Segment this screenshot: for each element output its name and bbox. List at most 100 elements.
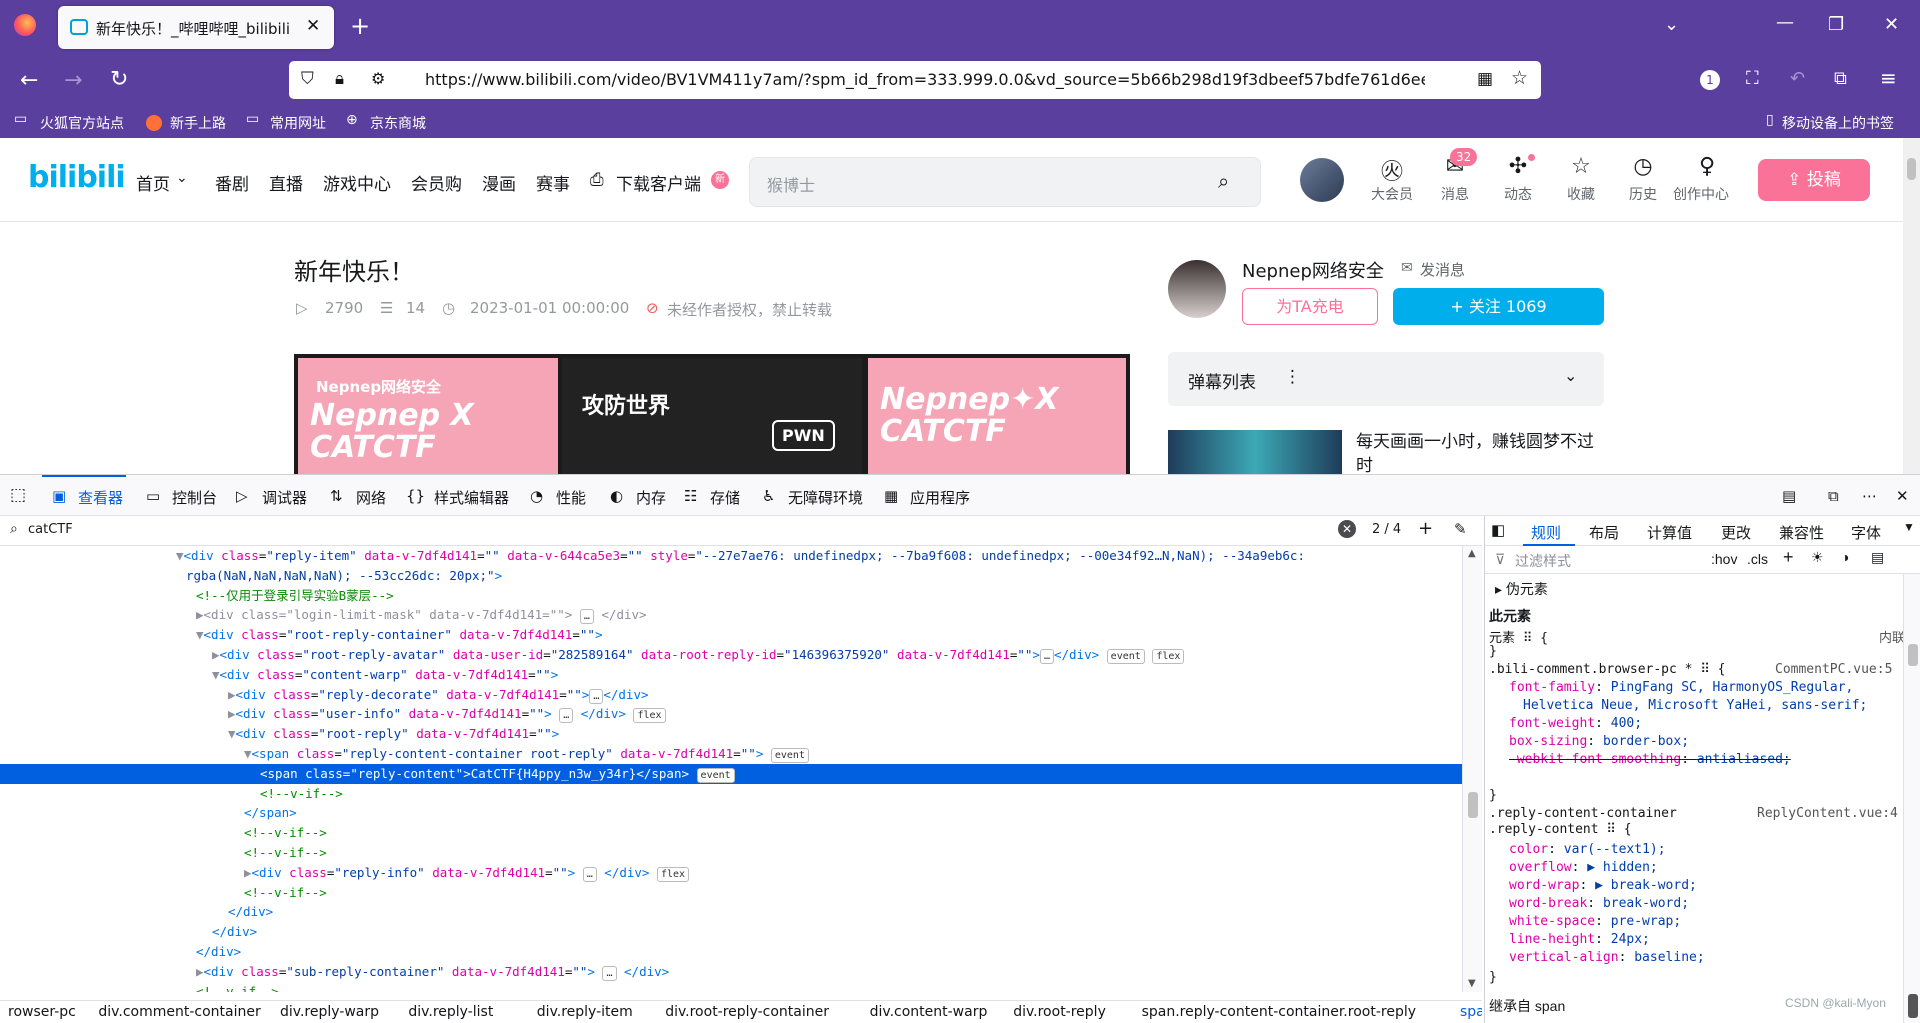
breadcrumb-item[interactable]: div.content-warp xyxy=(870,1004,988,1020)
bilibili-logo[interactable]: bilibili xyxy=(28,160,126,195)
crop-icon[interactable]: ⛶ xyxy=(1746,68,1759,89)
markup-node[interactable]: <!--v-if--> xyxy=(0,823,1462,843)
markup-node[interactable]: <!--仅用于登录引导实验B蒙层--> xyxy=(0,586,1462,606)
tab-fonts[interactable]: 字体 xyxy=(1851,522,1881,543)
scroll-up-icon[interactable]: ▲ xyxy=(1468,548,1476,559)
tab-debugger[interactable]: 调试器 xyxy=(262,487,307,508)
reload-icon[interactable]: ↻ xyxy=(110,67,128,92)
markup-node[interactable]: ▼<span class="reply-content-container ro… xyxy=(0,744,1462,764)
breadcrumb-item[interactable]: div.root-reply-container xyxy=(665,1004,829,1020)
tab-inspector[interactable]: 查看器 xyxy=(78,487,123,508)
search-box[interactable]: 猴博士 ⌕ xyxy=(749,157,1261,207)
breadcrumb-item[interactable]: div.comment-container xyxy=(98,1004,260,1020)
tab-network[interactable]: 网络 xyxy=(356,487,386,508)
creator-button[interactable]: ♀ 创作中心 xyxy=(1673,154,1734,204)
markup-node[interactable]: ▼<div class="reply-item" data-v-7df4d141… xyxy=(0,546,1462,566)
upload-button[interactable]: ⇪ 投稿 xyxy=(1758,159,1870,201)
css-declaration[interactable]: -webkit-font-smoothing: antialiased; xyxy=(1509,752,1791,767)
search-icon[interactable]: ⌕ xyxy=(1218,169,1229,193)
search-input[interactable]: 猴博士 xyxy=(767,172,815,196)
close-tab-icon[interactable]: ✕ xyxy=(306,16,320,36)
close-window-icon[interactable]: ✕ xyxy=(1884,14,1899,35)
follow-button[interactable]: + 关注 1069 xyxy=(1393,288,1604,325)
markup-node[interactable]: ▶<div class="root-reply-avatar" data-use… xyxy=(0,645,1462,665)
mobile-bookmarks[interactable]: 移动设备上的书签 xyxy=(1782,113,1894,133)
danmaku-list-panel[interactable]: 弹幕列表 ⋮ ⌄ xyxy=(1168,352,1604,406)
markup-node[interactable]: rgba(NaN,NaN,NaN,NaN); --53cc26dc: 20px;… xyxy=(0,566,1462,586)
css-declaration[interactable]: word-break: break-word; xyxy=(1509,896,1689,911)
tab-console[interactable]: 控制台 xyxy=(172,487,217,508)
recommend-thumbnail[interactable] xyxy=(1168,430,1342,474)
more-icon[interactable]: ⋮ xyxy=(1284,367,1301,387)
more-options-icon[interactable]: ⋯ xyxy=(1862,487,1877,505)
rule1-source[interactable]: CommentPC.vue:5 xyxy=(1775,662,1892,677)
rule2-selector-line2[interactable]: .reply-content ⠿ { xyxy=(1489,822,1632,837)
avatar[interactable] xyxy=(1300,158,1344,202)
bookmark-item[interactable]: 常用网址 xyxy=(270,113,326,133)
markup-node[interactable]: <!--v-if--> xyxy=(0,982,1462,992)
bookmark-item[interactable]: 火狐官方站点 xyxy=(40,113,124,133)
tab-changes[interactable]: 更改 xyxy=(1721,522,1751,543)
markup-node[interactable]: </div> xyxy=(0,942,1462,962)
send-message[interactable]: 发消息 xyxy=(1420,259,1465,280)
hov-button[interactable]: :hov xyxy=(1711,551,1737,567)
nav-download[interactable]: 下载客户端 xyxy=(616,170,701,195)
lock-icon[interactable]: 🔒︎ xyxy=(335,69,344,89)
css-declaration[interactable]: font-family: PingFang SC, HarmonyOS_Regu… xyxy=(1509,680,1853,695)
breadcrumb-item[interactable]: div.reply-warp xyxy=(280,1004,379,1020)
nav-mall[interactable]: 会员购 xyxy=(411,170,462,195)
forward-icon[interactable]: → xyxy=(64,68,82,93)
markup-view[interactable]: ▼<div class="reply-item" data-v-7df4d141… xyxy=(0,546,1462,992)
favorites-button[interactable]: ☆ 收藏 xyxy=(1556,154,1606,204)
bookmark-item[interactable]: 新手上路 xyxy=(170,113,226,133)
tab-memory[interactable]: 内存 xyxy=(636,487,666,508)
markup-node[interactable]: ▼<div class="content-warp" data-v-7df4d1… xyxy=(0,665,1462,685)
tab-compatibility[interactable]: 兼容性 xyxy=(1779,522,1824,543)
clear-search-icon[interactable]: ✕ xyxy=(1338,520,1356,538)
page-scrollbar[interactable] xyxy=(1903,138,1920,474)
nav-game[interactable]: 游戏中心 xyxy=(323,170,391,195)
breadcrumb-item[interactable]: rowser-pc xyxy=(8,1004,76,1020)
markup-node[interactable]: </span> xyxy=(0,803,1462,823)
rule2-source[interactable]: ReplyContent.vue:4 xyxy=(1757,806,1898,821)
dock-icon[interactable]: ▤ xyxy=(1782,487,1796,505)
print-icon[interactable]: ▤ xyxy=(1871,549,1884,566)
nav-manga[interactable]: 漫画 xyxy=(482,170,516,195)
recommend-title[interactable]: 每天画画一小时，赚钱圆梦不过时 xyxy=(1356,430,1606,474)
markup-node[interactable]: </div> xyxy=(0,902,1462,922)
markup-node[interactable]: <!--v-if--> xyxy=(0,843,1462,863)
video-player[interactable]: Nepnep网络安全 Nepnep X CATCTF 攻防世界 PWN Nepn… xyxy=(294,354,1130,474)
active-tab[interactable]: 新年快乐！_哔哩哔哩_bilibili ✕ xyxy=(58,6,334,49)
url-text[interactable]: https://www.bilibili.com/video/BV1VM411y… xyxy=(425,70,1425,89)
css-declaration[interactable]: word-wrap: ▶ break-word; xyxy=(1509,878,1697,893)
nav-anime[interactable]: 番剧 xyxy=(215,170,249,195)
add-rule-icon[interactable]: + xyxy=(1783,547,1794,568)
extensions-icon[interactable]: ⧉ xyxy=(1834,68,1847,89)
nav-live[interactable]: 直播 xyxy=(269,170,303,195)
restore-icon[interactable]: ❐ xyxy=(1828,14,1844,35)
tab-computed[interactable]: 计算值 xyxy=(1647,522,1692,543)
uploader-name[interactable]: Nepnep网络安全 xyxy=(1242,257,1384,283)
element-rule[interactable]: 元素 ⠿ { xyxy=(1489,627,1548,646)
tab-accessibility[interactable]: 无障碍环境 xyxy=(788,487,863,508)
list-tabs-icon[interactable]: ⌄ xyxy=(1664,14,1679,35)
css-declaration[interactable]: color: var(--text1); xyxy=(1509,842,1666,857)
markup-node[interactable]: ▶<div class="user-info" data-v-7df4d141=… xyxy=(0,704,1462,724)
toggle-sidebar-icon[interactable]: ◧ xyxy=(1491,521,1505,539)
rule2-selector-line1[interactable]: .reply-content-container xyxy=(1489,806,1677,821)
chevron-down-icon[interactable]: ▼ xyxy=(1903,520,1915,534)
minimize-icon[interactable]: — xyxy=(1776,12,1794,33)
tab-style-editor[interactable]: 样式编辑器 xyxy=(434,487,509,508)
breadcrumb-item[interactable]: span.reply-content-container.root-reply xyxy=(1142,1004,1416,1020)
rule1-selector[interactable]: .bili-comment.browser-pc * ⠿ { xyxy=(1489,662,1726,677)
markup-scrollbar[interactable]: ▲ ▼ xyxy=(1462,546,1482,992)
permissions-icon[interactable]: ⚙ xyxy=(371,69,385,88)
charge-button[interactable]: 为TA充电 xyxy=(1242,288,1378,325)
nav-match[interactable]: 赛事 xyxy=(536,170,570,195)
cls-button[interactable]: .cls xyxy=(1747,551,1768,567)
breadcrumb-item[interactable]: span.reply-content xyxy=(1460,1004,1482,1020)
vip-button[interactable]: ㊋大会员 xyxy=(1367,154,1417,204)
scroll-down-icon[interactable]: ▼ xyxy=(1468,978,1476,989)
markup-search-input[interactable]: catCTF xyxy=(28,522,73,537)
firefox-icon[interactable] xyxy=(14,14,36,36)
